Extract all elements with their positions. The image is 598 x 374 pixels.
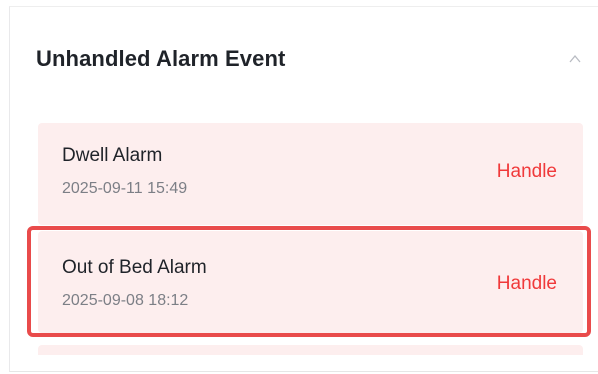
alarm-item: Out of Bed Alarm 2025-09-08 18:12 Handle	[38, 231, 583, 333]
alarm-item: Dwell Alarm 2025-09-11 15:49 Handle	[38, 123, 583, 225]
alarm-item-partial	[38, 345, 583, 355]
page: Unhandled Alarm Event Dwell Alarm 2025-0…	[0, 0, 598, 374]
alarm-time: 2025-09-11 15:49	[62, 180, 188, 197]
panel-title: Unhandled Alarm Event	[36, 46, 286, 71]
handle-button[interactable]: Handle	[497, 273, 557, 295]
alarm-title: Dwell Alarm	[62, 145, 163, 166]
chevron-up-icon[interactable]	[568, 53, 582, 65]
alarm-title: Out of Bed Alarm	[62, 257, 207, 278]
handle-button[interactable]: Handle	[497, 161, 557, 183]
alarm-time: 2025-09-08 18:12	[62, 292, 189, 309]
